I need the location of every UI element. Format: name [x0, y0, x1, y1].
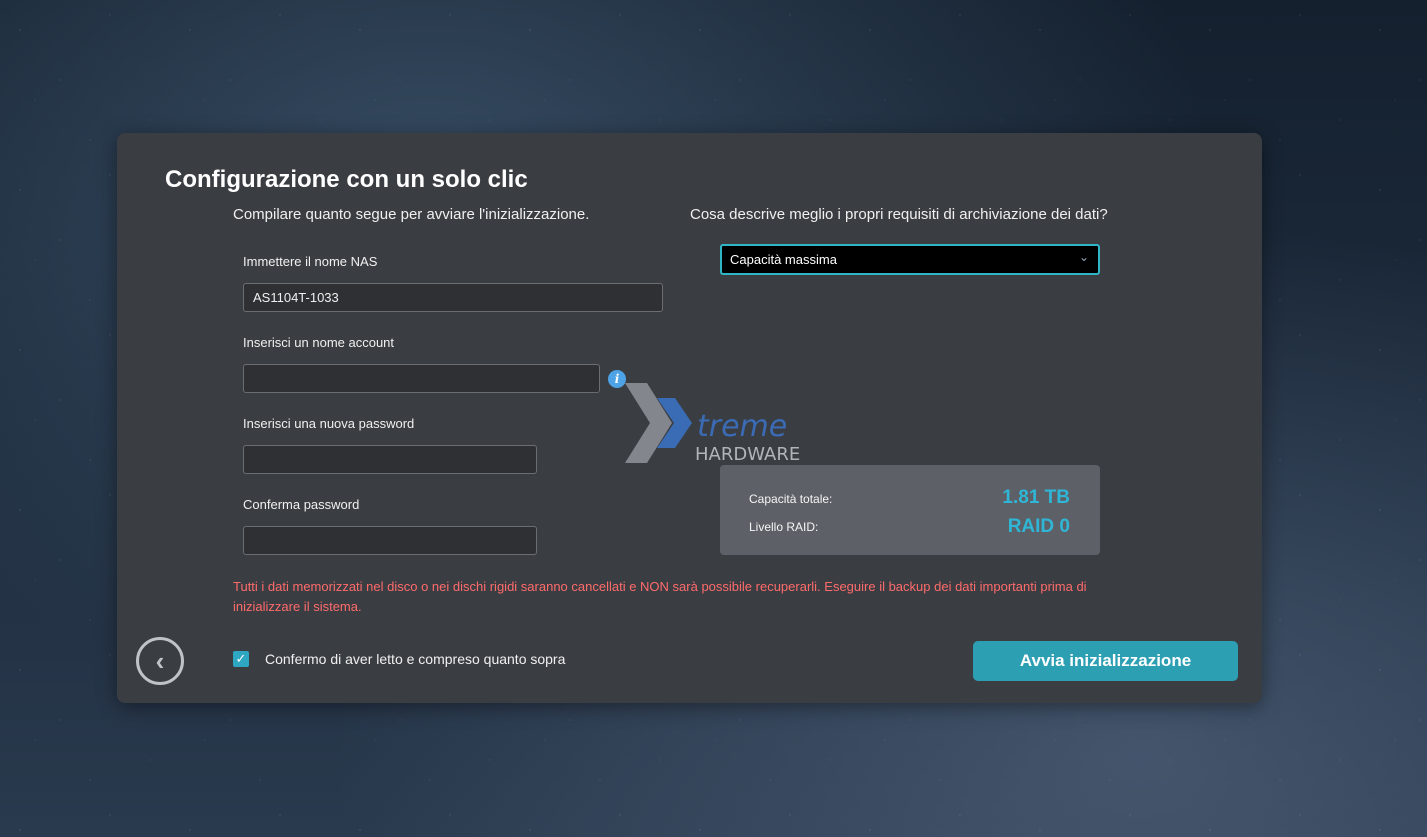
setup-dialog: Configurazione con un solo clic Compilar…	[117, 133, 1262, 703]
watermark-line2: HARDWARE	[695, 444, 800, 465]
total-capacity-label: Capacità totale:	[749, 492, 833, 506]
form-instructions: Compilare quanto segue per avviare l'ini…	[233, 206, 590, 223]
storage-summary-panel: Capacità totale: 1.81 TB Livello RAID: R…	[720, 465, 1100, 555]
chevron-left-icon: ‹	[155, 645, 165, 676]
storage-requirement-selected: Capacità massima	[730, 252, 837, 267]
new-password-input[interactable]	[243, 445, 537, 474]
confirm-checkbox-label[interactable]: Confermo di aver letto e compreso quanto…	[265, 651, 565, 667]
back-button[interactable]: ‹	[136, 637, 184, 685]
watermark-line1: treme	[697, 409, 787, 444]
start-initialization-button[interactable]: Avvia inizializzazione	[973, 641, 1238, 681]
nas-name-input[interactable]	[243, 283, 663, 312]
confirm-checkbox[interactable]: ✓	[233, 651, 249, 667]
confirm-password-label: Conferma password	[243, 497, 360, 512]
checkmark-icon: ✓	[235, 651, 247, 666]
account-name-label: Inserisci un nome account	[243, 335, 395, 350]
nas-name-label: Immettere il nome NAS	[243, 254, 378, 269]
chevron-down-icon: ⌄	[1078, 250, 1089, 264]
account-name-input[interactable]	[243, 364, 600, 393]
new-password-label: Inserisci una nuova password	[243, 416, 415, 431]
confirm-password-input[interactable]	[243, 526, 537, 555]
data-loss-warning: Tutti i dati memorizzati nel disco o nei…	[233, 579, 1087, 614]
storage-question: Cosa descrive meglio i propri requisiti …	[690, 206, 1108, 223]
dialog-title: Configurazione con un solo clic	[165, 166, 528, 193]
xtreme-hardware-watermark-logo: treme HARDWARE	[625, 383, 800, 465]
raid-level-value: RAID 0	[1007, 516, 1070, 537]
storage-requirement-select[interactable]: Capacità massima ⌄	[720, 244, 1100, 275]
raid-level-label: Livello RAID:	[749, 520, 819, 534]
total-capacity-value: 1.81 TB	[1002, 487, 1070, 508]
